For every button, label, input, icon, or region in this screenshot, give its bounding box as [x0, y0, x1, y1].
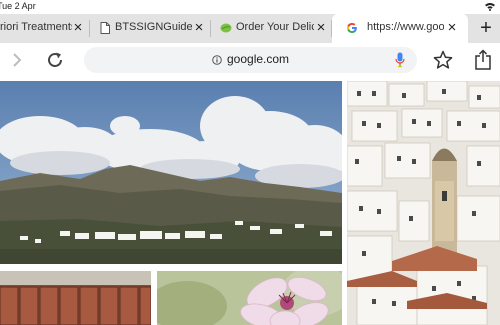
tab-title: Order Your Delici — [236, 21, 314, 33]
toolbar: google.com — [0, 43, 500, 77]
landscape-picture — [0, 81, 342, 264]
document-icon — [100, 22, 110, 34]
green-leaf-icon — [220, 23, 232, 33]
tab-strip: riori Treatments × BTSSIGNGuide.d × Orde… — [0, 14, 500, 43]
google-icon — [347, 23, 357, 33]
image-brick-wall[interactable] — [0, 271, 151, 325]
info-icon[interactable] — [212, 55, 222, 65]
village-picture — [347, 81, 500, 325]
tab-priori-treatments[interactable]: riori Treatments × — [0, 14, 90, 43]
share-icon[interactable] — [474, 49, 492, 70]
page-content — [0, 77, 500, 325]
tab-google-active[interactable]: https://www.goo × — [332, 14, 468, 43]
close-tab-icon[interactable]: × — [445, 20, 459, 35]
new-tab-button[interactable]: + — [477, 18, 495, 38]
brick-picture — [0, 271, 151, 325]
status-bar: Tue 2 Apr — [0, 0, 500, 14]
close-tab-icon[interactable]: × — [71, 20, 85, 35]
image-white-village[interactable] — [347, 81, 500, 325]
wifi-icon — [485, 3, 495, 11]
address-bar[interactable]: google.com — [84, 47, 417, 73]
tab-order-your-delicious[interactable]: Order Your Delici × — [211, 14, 332, 43]
reload-icon[interactable] — [46, 51, 64, 69]
flower-picture — [157, 271, 342, 325]
image-pink-flower[interactable] — [157, 271, 342, 325]
tab-btssignguide[interactable]: BTSSIGNGuide.d × — [90, 14, 211, 43]
back-arrow-icon[interactable] — [10, 52, 24, 68]
microphone-icon[interactable] — [395, 52, 405, 68]
url-text: google.com — [227, 52, 290, 66]
tab-title: https://www.goo — [367, 21, 444, 33]
status-time: Tue 2 Apr — [0, 1, 36, 11]
image-mountain-landscape[interactable] — [0, 81, 342, 264]
close-tab-icon[interactable]: × — [192, 20, 206, 35]
close-tab-icon[interactable]: × — [314, 20, 328, 35]
tab-title: riori Treatments — [0, 21, 72, 33]
bookmark-star-icon[interactable] — [433, 50, 453, 70]
tab-title: BTSSIGNGuide.d — [115, 21, 192, 33]
